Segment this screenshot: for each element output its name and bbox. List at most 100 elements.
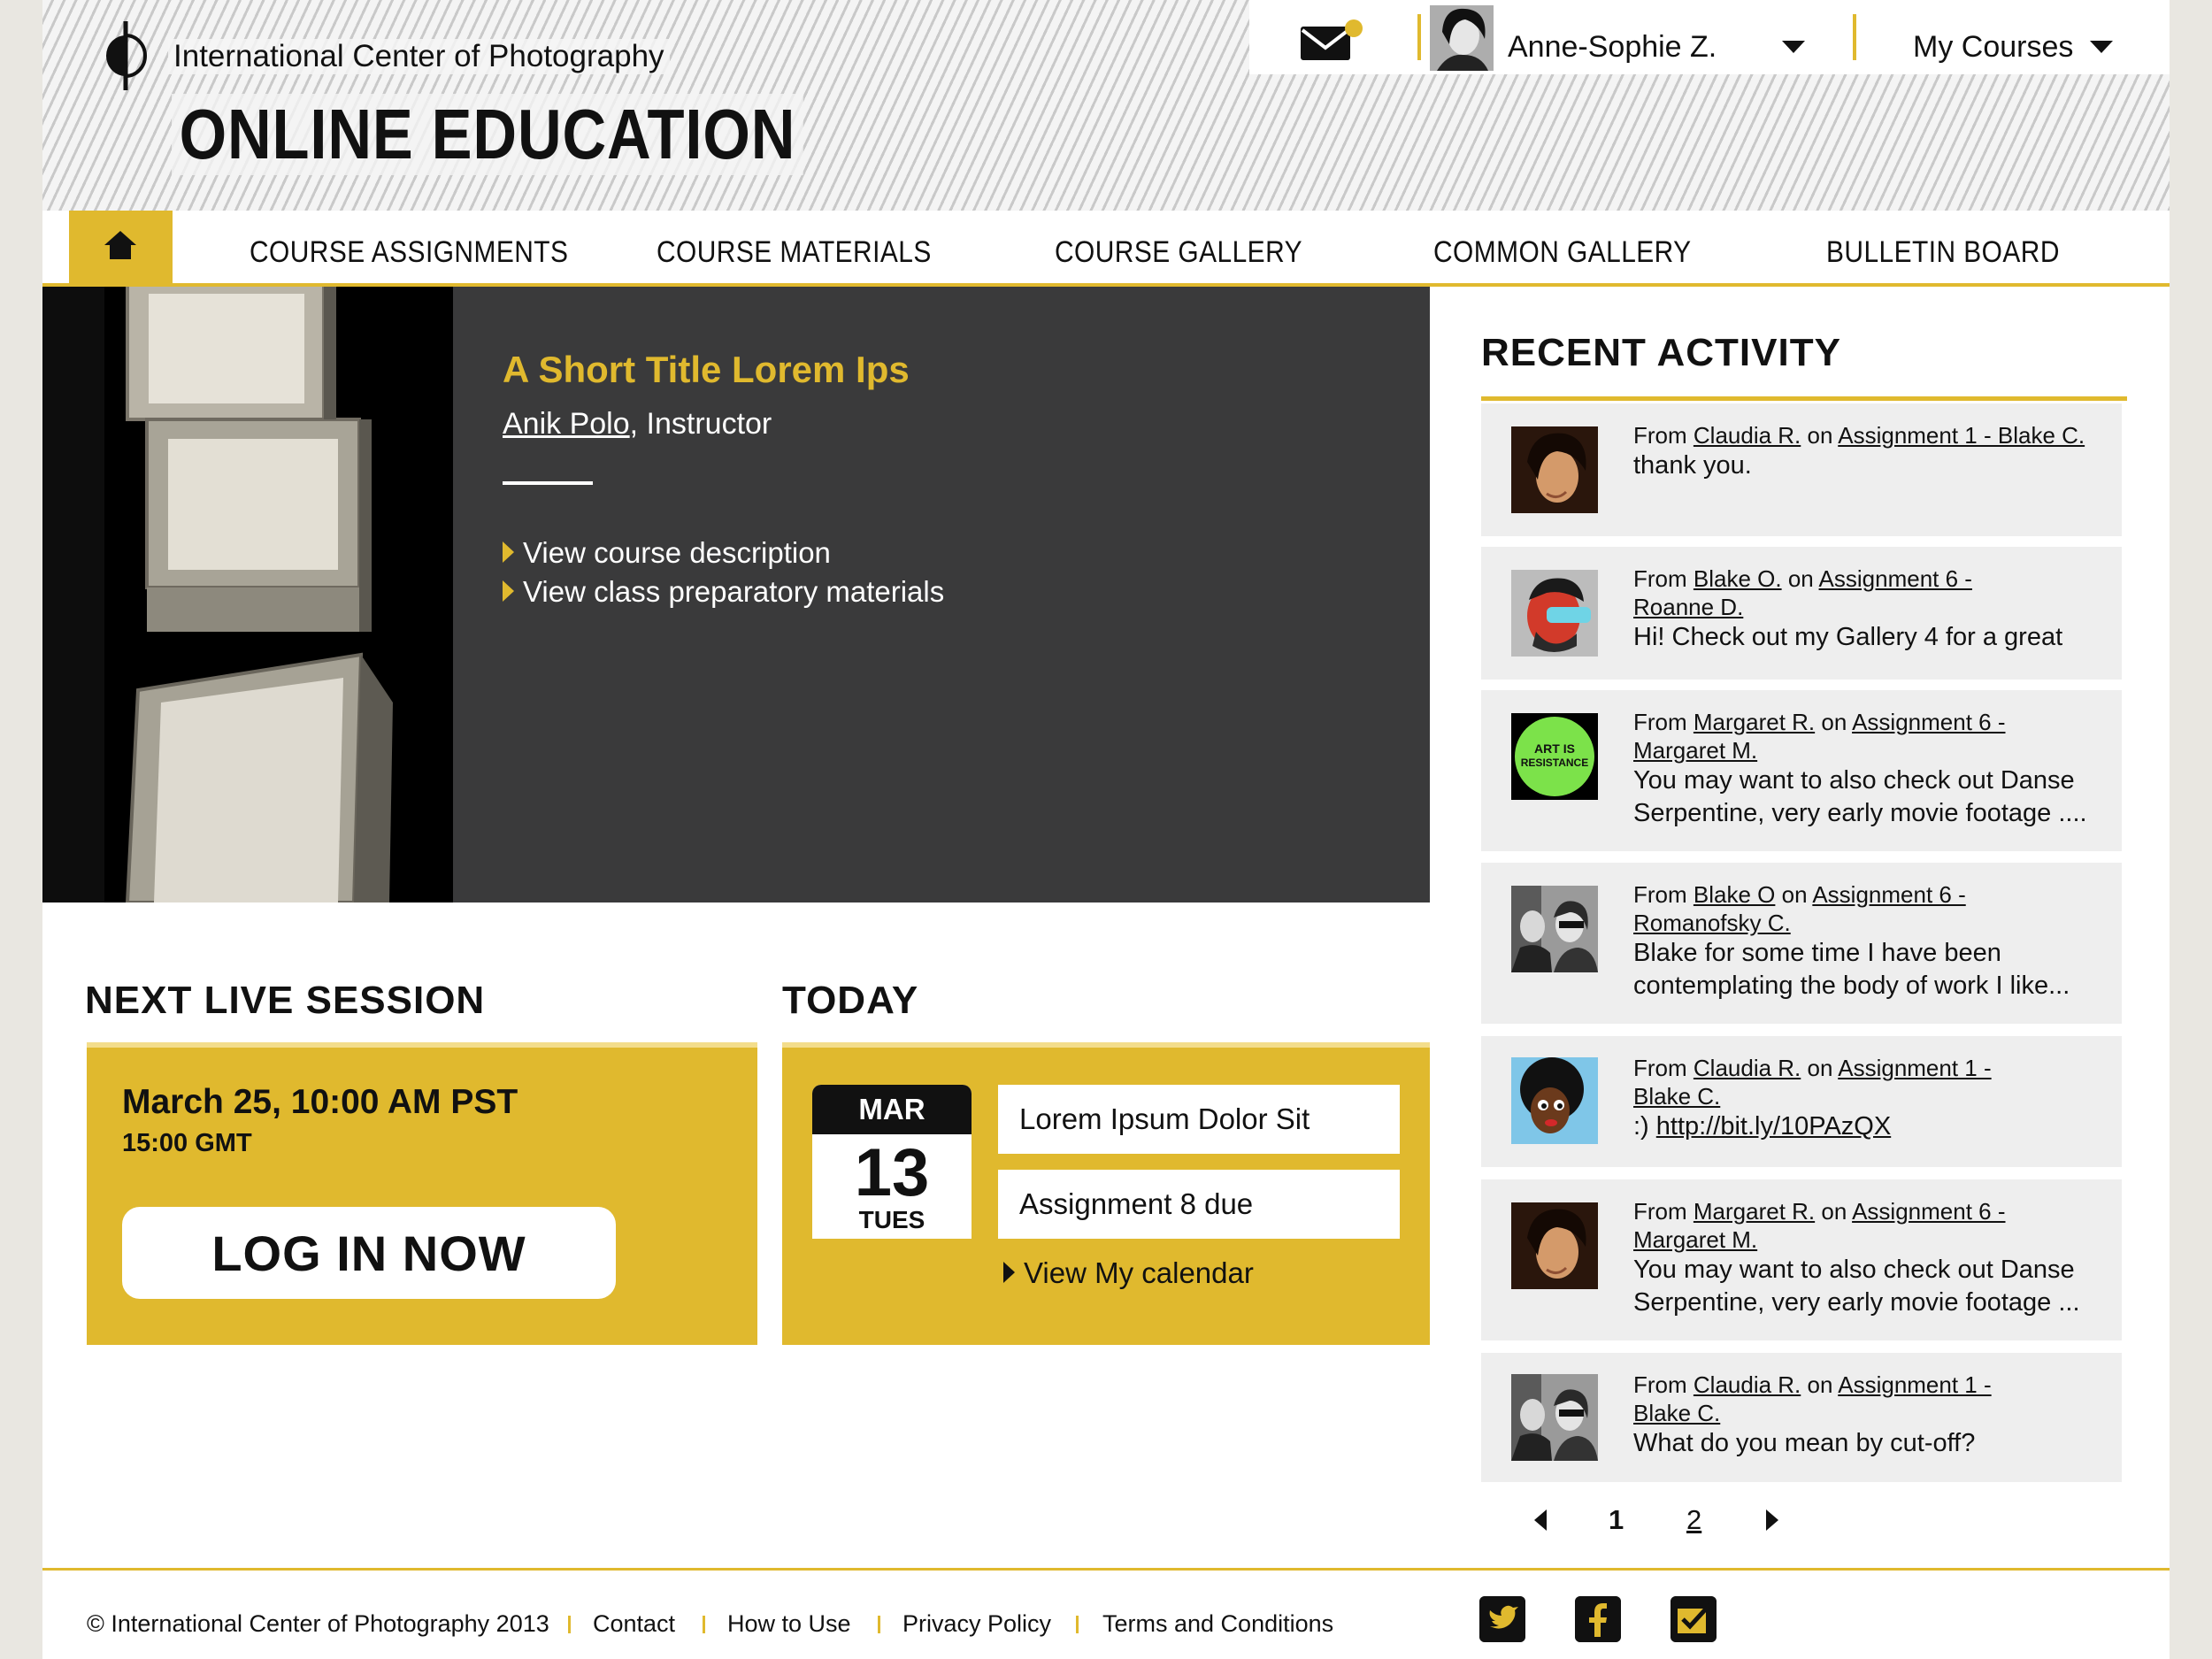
facebook-icon[interactable] [1575, 1596, 1621, 1642]
on-label: on [1815, 1198, 1853, 1225]
page-2[interactable]: 2 [1686, 1504, 1701, 1536]
activity-text: From Margaret R. on Assignment 6 - Marga… [1633, 708, 2111, 830]
site-header: International Center of Photography ONLI… [42, 0, 2170, 211]
author-link[interactable]: Claudia R. [1694, 1371, 1801, 1398]
separator [878, 1616, 880, 1633]
link-label: View course description [523, 536, 831, 569]
footer-how-to-use-link[interactable]: How to Use [727, 1610, 851, 1638]
today-event[interactable]: Assignment 8 due [998, 1170, 1400, 1239]
from-label: From [1633, 1198, 1694, 1225]
author-link[interactable]: Claudia R. [1694, 1055, 1801, 1081]
assignment-link[interactable]: Margaret M. [1633, 1226, 1757, 1253]
on-label: on [1775, 881, 1813, 908]
calendar-month: MAR [812, 1085, 972, 1134]
instructor-link[interactable]: Anik Polo [503, 407, 630, 441]
link-label: View class preparatory materials [523, 575, 945, 608]
main-nav: COURSE ASSIGNMENTS COURSE MATERIALS COUR… [42, 211, 2170, 287]
my-courses-menu[interactable]: My Courses [1913, 30, 2073, 65]
author-link[interactable]: Blake O. [1694, 565, 1782, 592]
separator [568, 1616, 571, 1633]
assignment-link[interactable]: Roanne D. [1633, 594, 1743, 620]
site-title: ONLINE EDUCATION [172, 94, 803, 175]
assignment-link[interactable]: Assignment 6 - [1819, 565, 1972, 592]
badge-line: ART IS [1534, 741, 1575, 756]
activity-text: From Claudia R. on Assignment 1 - Blake … [1633, 1054, 2111, 1143]
prev-page-icon[interactable] [1534, 1509, 1547, 1531]
message-link[interactable]: http://bit.ly/10PAzQX [1656, 1112, 1891, 1141]
activity-item[interactable]: From Claudia R. on Assignment 1 - Blake … [1481, 403, 2122, 536]
activity-item[interactable]: From Claudia R. on Assignment 1 - Blake … [1481, 1353, 2122, 1482]
activity-item[interactable]: From Blake O. on Assignment 6 - Roanne D… [1481, 547, 2122, 680]
assignment-link[interactable]: Assignment 1 - Blake C. [1838, 422, 2085, 449]
assignment-link[interactable]: Assignment 1 - [1838, 1055, 1991, 1081]
nav-course-assignments[interactable]: COURSE ASSIGNMENTS [250, 235, 568, 270]
footer-terms-link[interactable]: Terms and Conditions [1102, 1610, 1333, 1638]
mail-icon[interactable] [1301, 18, 1363, 62]
author-link[interactable]: Margaret R. [1694, 709, 1815, 735]
activity-message: Hi! Check out my Gallery 4 for a great [1633, 623, 2063, 651]
nav-course-materials[interactable]: COURSE MATERIALS [657, 235, 932, 270]
activity-item[interactable]: From Margaret R. on Assignment 6 - Marga… [1481, 1179, 2122, 1340]
assignment-link[interactable]: Assignment 6 - [1852, 1198, 2005, 1225]
user-name[interactable]: Anne-Sophie Z. [1508, 30, 1717, 65]
nav-bulletin-board[interactable]: BULLETIN BOARD [1826, 235, 2060, 270]
nav-common-gallery[interactable]: COMMON GALLERY [1433, 235, 1692, 270]
activity-message: :) http://bit.ly/10PAzQX [1633, 1110, 2111, 1143]
nav-course-gallery[interactable]: COURSE GALLERY [1055, 235, 1302, 270]
recent-activity-heading: RECENT ACTIVITY [1481, 331, 1841, 374]
avatar [1511, 426, 1598, 513]
assignment-link[interactable]: Romanofsky C. [1633, 910, 1791, 936]
assignment-link[interactable]: Blake C. [1633, 1083, 1720, 1110]
assignment-link[interactable]: Margaret M. [1633, 737, 1757, 764]
assignment-link[interactable]: Assignment 6 - [1812, 881, 1965, 908]
page-1[interactable]: 1 [1609, 1504, 1624, 1536]
avatar [1511, 1374, 1598, 1461]
activity-text: From Claudia R. on Assignment 1 - Blake … [1633, 421, 2111, 482]
from-label: From [1633, 709, 1694, 735]
from-label: From [1633, 422, 1694, 449]
home-tab[interactable] [69, 211, 173, 287]
activity-message: You may want to also check out Danse Ser… [1633, 1256, 2080, 1317]
preparatory-materials-link[interactable]: View class preparatory materials [503, 575, 944, 609]
chevron-down-icon[interactable] [1782, 41, 1805, 53]
checkin-icon[interactable] [1671, 1596, 1717, 1642]
activity-item[interactable]: From Blake O on Assignment 6 - Romanofsk… [1481, 863, 2122, 1024]
activity-item[interactable]: ART IS RESISTANCE From Margaret R. on As… [1481, 690, 2122, 851]
log-in-now-button[interactable]: LOG IN NOW [122, 1207, 616, 1299]
activity-text: From Claudia R. on Assignment 1 - Blake … [1633, 1371, 2111, 1460]
author-link[interactable]: Margaret R. [1694, 1198, 1815, 1225]
from-label: From [1633, 1055, 1694, 1081]
calendar-date: MAR 13 TUES [812, 1085, 972, 1239]
footer-privacy-link[interactable]: Privacy Policy [902, 1610, 1051, 1638]
twitter-icon[interactable] [1479, 1596, 1525, 1642]
icp-logo-icon [106, 21, 147, 90]
footer-divider [42, 1568, 2170, 1571]
avatar[interactable] [1430, 5, 1494, 71]
footer-contact-link[interactable]: Contact [593, 1610, 675, 1638]
link-label: View My calendar [1024, 1256, 1254, 1289]
from-label: From [1633, 565, 1694, 592]
calendar-day: 13 [854, 1135, 930, 1210]
author-link[interactable]: Blake O [1694, 881, 1776, 908]
today-event[interactable]: Lorem Ipsum Dolor Sit [998, 1085, 1400, 1154]
course-description-link[interactable]: View course description [503, 536, 831, 570]
chevron-down-icon[interactable] [2090, 41, 2113, 53]
caret-right-icon [1003, 1262, 1015, 1283]
course-image [42, 287, 453, 902]
assignment-link[interactable]: Blake C. [1633, 1400, 1720, 1426]
instructor-role: , Instructor [629, 407, 772, 441]
session-gmt: 15:00 GMT [122, 1129, 252, 1157]
assignment-link[interactable]: Assignment 1 - [1838, 1371, 1991, 1398]
course-title: A Short Title Lorem Ips [503, 349, 910, 390]
activity-item[interactable]: From Claudia R. on Assignment 1 - Blake … [1481, 1036, 2122, 1167]
today-heading: TODAY [782, 979, 919, 1022]
next-page-icon[interactable] [1766, 1509, 1778, 1531]
view-calendar-link[interactable]: View My calendar [1003, 1256, 1254, 1290]
separator [1853, 14, 1856, 60]
author-link[interactable]: Claudia R. [1694, 422, 1801, 449]
on-label: on [1781, 565, 1819, 592]
today-panel: MAR 13 TUES Lorem Ipsum Dolor Sit Assign… [782, 1042, 1430, 1345]
divider [1481, 396, 2127, 401]
assignment-link[interactable]: Assignment 6 - [1852, 709, 2005, 735]
avatar [1511, 1057, 1598, 1144]
